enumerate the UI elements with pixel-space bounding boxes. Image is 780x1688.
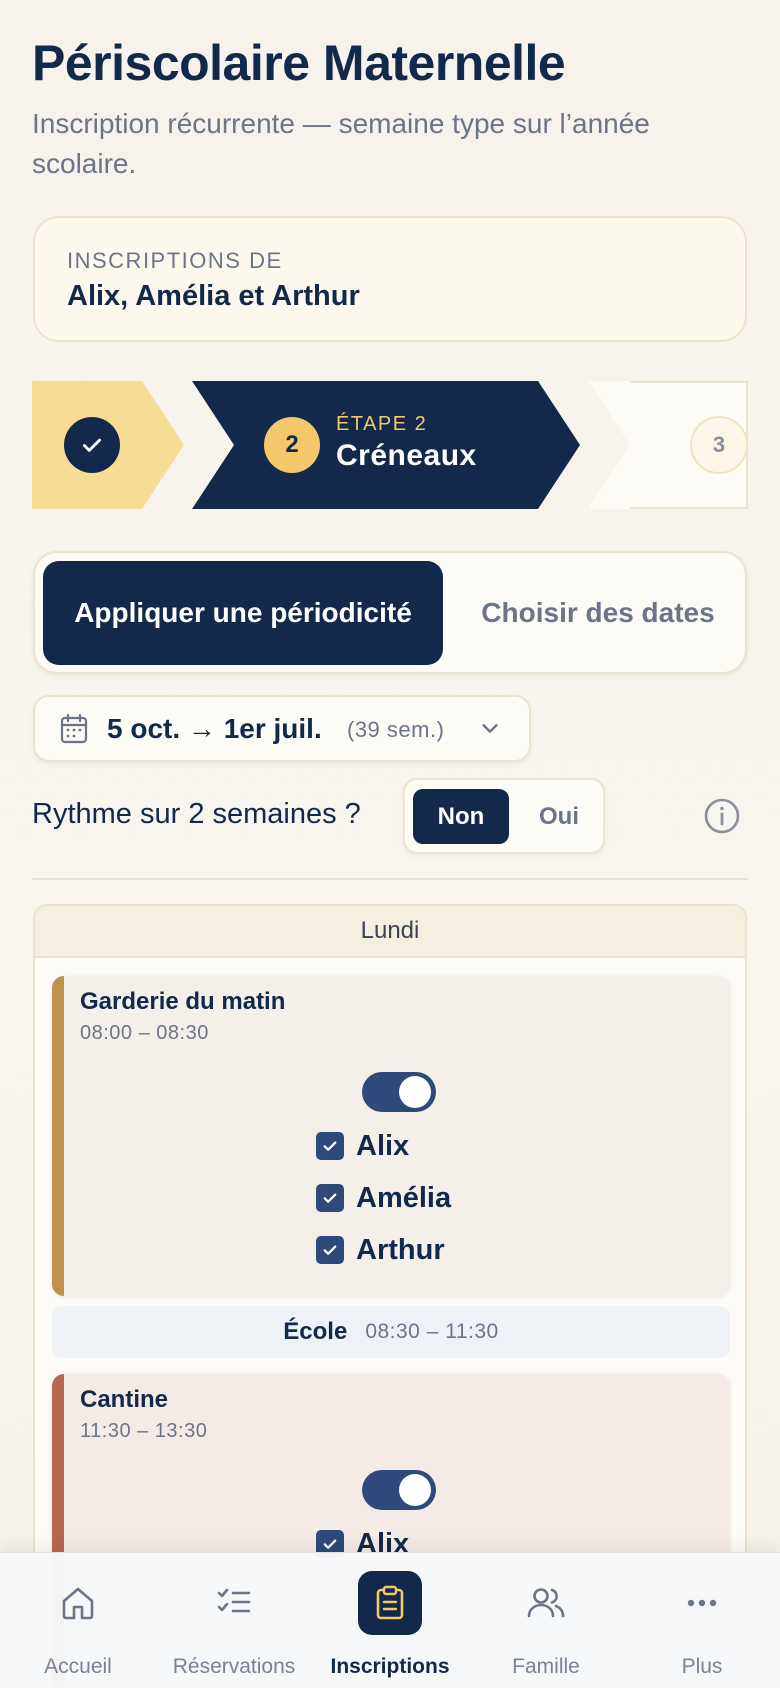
page-title: Périscolaire Maternelle bbox=[32, 35, 566, 91]
step-1-done[interactable] bbox=[32, 381, 184, 509]
slot-toggle[interactable] bbox=[362, 1470, 436, 1510]
date-range-select[interactable]: 5 oct. → 1er juil. (39 sem.) bbox=[33, 695, 531, 762]
users-icon bbox=[514, 1571, 578, 1635]
slot-name: Garderie du matin bbox=[80, 988, 286, 1015]
nav-item-famille[interactable]: Famille bbox=[468, 1553, 624, 1688]
slot-card-garderie: Garderie du matin 08:00 – 08:30 Alix Amé… bbox=[52, 976, 730, 1296]
more-icon bbox=[670, 1571, 734, 1635]
toggle-knob bbox=[399, 1076, 431, 1108]
step-2-name: Créneaux bbox=[336, 439, 477, 472]
check-icon bbox=[64, 417, 120, 473]
rhythm-toggle: Non Oui bbox=[403, 778, 605, 854]
step-2-kicker: ÉTAPE 2 bbox=[336, 413, 428, 435]
slot-toggle[interactable] bbox=[362, 1072, 436, 1112]
rhythm-label: Rythme sur 2 semaines ? bbox=[32, 798, 361, 830]
child-checkbox-row[interactable]: Arthur bbox=[316, 1230, 445, 1270]
child-checkbox-row[interactable]: Amélia bbox=[316, 1178, 451, 1218]
checkbox-checked-icon[interactable] bbox=[316, 1236, 344, 1264]
nav-item-plus[interactable]: Plus bbox=[624, 1553, 780, 1688]
step-2-number: 2 bbox=[264, 417, 320, 473]
date-range-weeks: (39 sem.) bbox=[347, 717, 445, 742]
nav-item-inscriptions[interactable]: Inscriptions bbox=[312, 1553, 468, 1688]
periscolaire-page: Périscolaire Maternelle Inscription récu… bbox=[0, 0, 780, 1688]
child-name: Amélia bbox=[356, 1181, 452, 1214]
child-checkbox-row[interactable]: Alix bbox=[316, 1126, 409, 1166]
rhythm-oui-button[interactable]: Oui bbox=[519, 789, 599, 844]
home-icon bbox=[46, 1571, 110, 1635]
nav-item-accueil[interactable]: Accueil bbox=[0, 1553, 156, 1688]
child-name: Alix bbox=[356, 1129, 410, 1162]
school-name: École bbox=[283, 1318, 348, 1345]
nav-label: Réservations bbox=[172, 1655, 296, 1678]
nav-label: Inscriptions bbox=[330, 1655, 450, 1678]
registrants-label: INSCRIPTIONS DE bbox=[67, 248, 283, 273]
clipboard-icon bbox=[358, 1571, 422, 1635]
rhythm-non-button[interactable]: Non bbox=[413, 789, 509, 844]
school-strip: École 08:30 – 11:30 bbox=[52, 1306, 730, 1358]
nav-item-reservations[interactable]: Réservations bbox=[156, 1553, 312, 1688]
info-icon[interactable] bbox=[703, 797, 741, 840]
day-header: Lundi bbox=[35, 906, 745, 958]
stepper: 2 ÉTAPE 2 Créneaux 3 bbox=[32, 381, 748, 509]
nav-label: Accueil bbox=[44, 1655, 112, 1678]
slot-accent-bar bbox=[52, 976, 64, 1296]
nav-label: Plus bbox=[681, 1655, 723, 1678]
school-time: 08:30 – 11:30 bbox=[365, 1320, 499, 1343]
calendar-icon bbox=[59, 713, 89, 750]
registrants-card: INSCRIPTIONS DE Alix, Amélia et Arthur bbox=[33, 216, 747, 342]
choose-dates-button[interactable]: Choisir des dates bbox=[465, 561, 731, 665]
nav-label: Famille bbox=[512, 1655, 580, 1678]
checkbox-checked-icon[interactable] bbox=[316, 1184, 344, 1212]
slot-name: Cantine bbox=[80, 1386, 169, 1413]
slot-time: 08:00 – 08:30 bbox=[80, 1022, 209, 1044]
mode-segmented-control: Appliquer une périodicité Choisir des da… bbox=[33, 551, 747, 674]
chevron-down-icon bbox=[479, 717, 501, 744]
toggle-knob bbox=[399, 1474, 431, 1506]
page-subtitle: Inscription récurrente — semaine type su… bbox=[32, 108, 650, 179]
slot-time: 11:30 – 13:30 bbox=[80, 1420, 208, 1442]
child-name: Arthur bbox=[356, 1233, 445, 1266]
checkbox-checked-icon[interactable] bbox=[316, 1132, 344, 1160]
divider bbox=[32, 878, 748, 880]
checklist-icon bbox=[202, 1571, 266, 1635]
step-2-active[interactable]: 2 ÉTAPE 2 Créneaux bbox=[192, 381, 580, 509]
registrants-names: Alix, Amélia et Arthur bbox=[67, 280, 360, 312]
date-range-value: 5 oct. → 1er juil. bbox=[107, 713, 322, 744]
bottom-nav: Accueil Réservations Inscriptions Famill… bbox=[0, 1552, 780, 1688]
apply-periodicity-button[interactable]: Appliquer une périodicité bbox=[43, 561, 443, 665]
